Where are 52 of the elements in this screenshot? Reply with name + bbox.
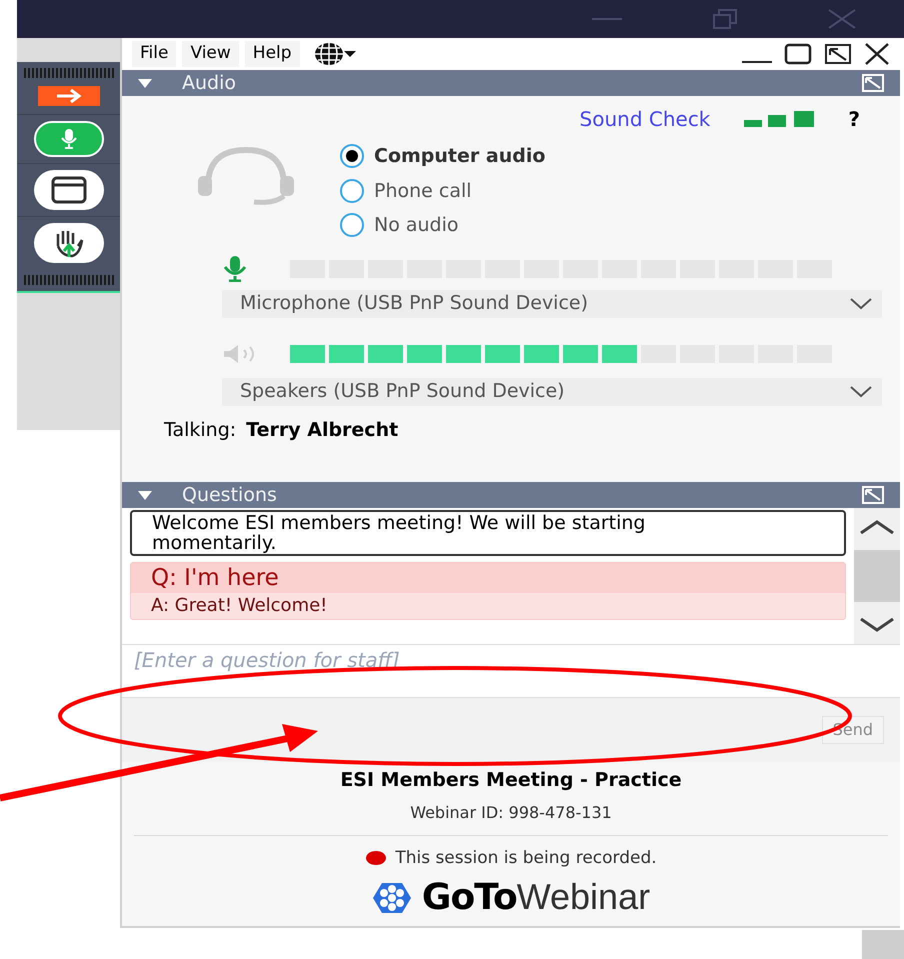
device-dropdown[interactable]: Microphone (USB PnP Sound Device) <box>222 290 882 318</box>
menu-item[interactable]: View <box>182 41 239 67</box>
section-header[interactable]: Questions <box>122 482 900 508</box>
help-mark[interactable]: ? <box>848 104 860 134</box>
chevron-down-icon <box>850 298 872 310</box>
section-title: Audio <box>182 70 236 96</box>
maximize-icon[interactable] <box>784 43 812 65</box>
raise-hand-button[interactable] <box>34 223 104 263</box>
section-title: Questions <box>182 482 277 508</box>
language-menu[interactable] <box>314 42 356 66</box>
answer-text: A: Great! Welcome! <box>150 594 328 618</box>
arrow-right-icon <box>56 89 82 103</box>
signal-bars-icon <box>744 111 814 127</box>
radio-label: Computer audio <box>374 144 546 169</box>
chevron-down-icon <box>850 386 872 398</box>
talking-name: Terry Albrecht <box>246 418 398 442</box>
radio-label: Phone call <box>374 178 472 204</box>
chevron-down-icon[interactable] <box>860 618 894 632</box>
microphone-button[interactable] <box>34 121 104 157</box>
webinar-title: ESI Members Meeting - Practice <box>340 768 682 793</box>
microphone-icon <box>60 129 76 149</box>
question-text: Q: I'm here <box>131 563 845 593</box>
menu-item[interactable]: File <box>132 41 176 67</box>
microphone-icon <box>222 256 248 282</box>
scrollbar-thumb <box>862 930 904 959</box>
close-icon[interactable] <box>864 43 890 65</box>
sound-check-link[interactable]: Sound Check <box>580 104 710 134</box>
talking-label: Talking: <box>164 418 236 442</box>
radio-button[interactable] <box>340 213 364 238</box>
caret-down-icon <box>344 50 356 58</box>
radio-label: No audio <box>374 213 459 238</box>
logo-text: GoToWebinar <box>422 877 650 918</box>
section-header[interactable]: Audio <box>122 70 900 96</box>
announcement-message: Welcome ESI members meeting! We will be starting momentarily. <box>130 510 846 556</box>
webinar-id: Webinar ID: 998-478-131 <box>410 802 612 824</box>
flower-logo-icon <box>372 880 412 914</box>
chevron-up-icon[interactable] <box>860 520 894 534</box>
device-dropdown[interactable]: Speakers (USB PnP Sound Device) <box>222 378 882 406</box>
collapse-caret-icon <box>138 78 152 88</box>
recording-notice: This session is being recorded. <box>395 846 657 870</box>
radio-button[interactable] <box>340 178 364 203</box>
globe-icon <box>314 42 344 66</box>
scrollbar[interactable] <box>854 508 900 644</box>
arrow-button[interactable] <box>38 86 100 106</box>
screen-button[interactable] <box>34 170 104 210</box>
window-icon <box>50 176 86 204</box>
pop-out-icon[interactable] <box>824 43 852 65</box>
menu-item[interactable]: Help <box>244 41 300 67</box>
radio-button[interactable] <box>340 144 364 168</box>
recording-dot-icon <box>365 850 388 866</box>
collapse-caret-icon <box>138 490 152 500</box>
question-input-field[interactable]: [Enter a question for staff] <box>122 644 900 698</box>
